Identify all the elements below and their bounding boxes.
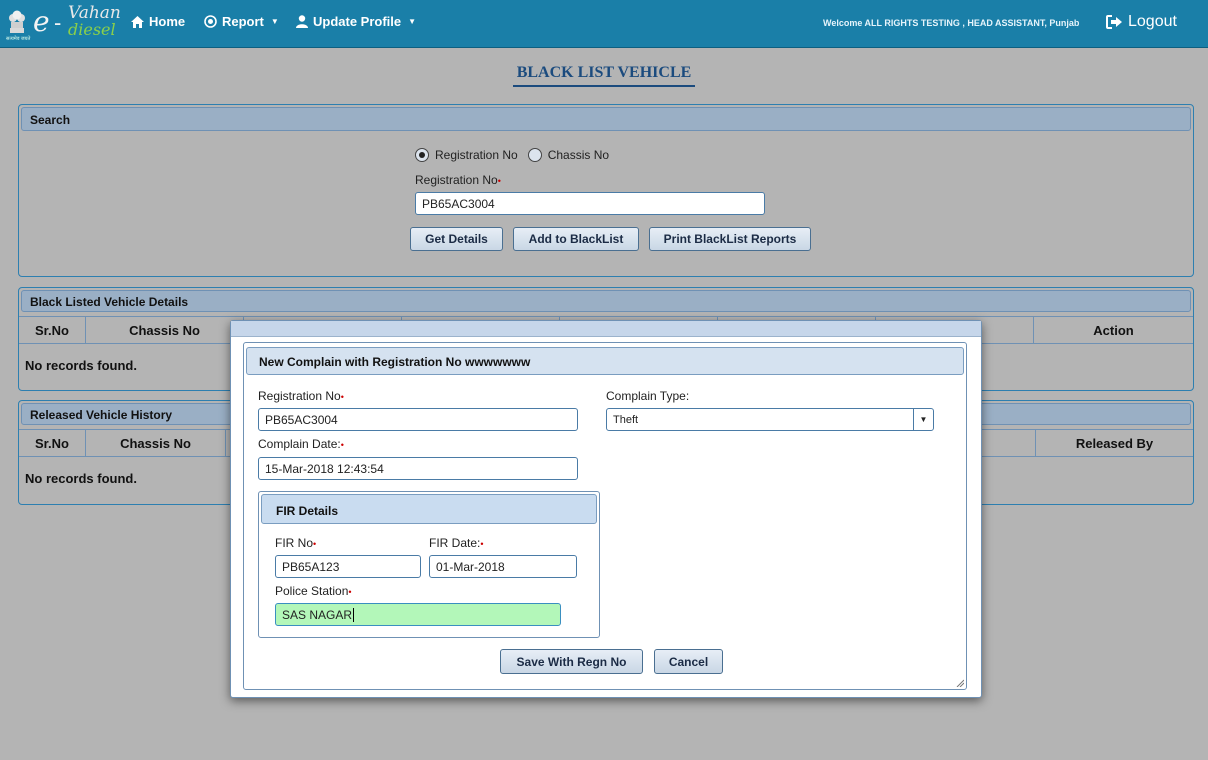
logo-sub: diesel	[68, 20, 116, 39]
column-header[interactable]: Action	[1034, 317, 1193, 343]
empty-message: No records found.	[25, 358, 137, 373]
page-title: BLACK LIST VEHICLE	[4, 64, 1204, 87]
complain-type-label: Complain Type:	[606, 389, 690, 403]
print-blacklist-reports-button[interactable]: Print BlackList Reports	[649, 227, 811, 251]
radio-registration-no[interactable]	[415, 148, 429, 162]
nav-report-label: Report	[222, 14, 264, 29]
fir-date-input[interactable]: 01-Mar-2018	[429, 555, 577, 578]
nav-update-profile[interactable]: Update Profile ▼	[296, 14, 416, 29]
column-header[interactable]: Chassis No	[86, 317, 244, 343]
chevron-down-icon: ▼	[408, 17, 417, 26]
complain-type-select[interactable]: Theft ▼	[606, 408, 934, 431]
search-panel-title: Search	[21, 107, 1191, 131]
top-navbar: सत्यमेव जयते e - Vahan diesel Home Repor…	[0, 0, 1208, 48]
radio-chassis-no-label: Chassis No	[547, 148, 610, 162]
fir-no-label: FIR No•	[275, 536, 317, 550]
chevron-down-icon[interactable]: ▼	[913, 409, 933, 430]
column-header[interactable]: Sr.No	[19, 317, 86, 343]
welcome-text: Welcome ALL RIGHTS TESTING , HEAD ASSIST…	[823, 18, 1080, 28]
police-station-label: Police Station•	[275, 584, 352, 598]
app-logo[interactable]: सत्यमेव जयते e - Vahan diesel	[6, 3, 121, 42]
chevron-down-icon: ▼	[270, 17, 279, 26]
registration-no-input[interactable]: PB65AC3004	[415, 192, 765, 215]
nav-report[interactable]: Report ▼	[204, 14, 279, 29]
logout-label: Logout	[1128, 13, 1177, 30]
emblem-text: सत्यमेव जयते	[6, 36, 31, 42]
police-station-input[interactable]: SAS NAGAR	[275, 603, 561, 626]
complain-date-input[interactable]: 15-Mar-2018 12:43:54	[258, 457, 578, 480]
complain-type-value: Theft	[613, 414, 639, 426]
search-panel: Search Registration No Chassis No Regist…	[18, 104, 1194, 277]
column-header[interactable]: Chassis No	[86, 430, 226, 456]
record-icon	[204, 15, 217, 28]
cancel-button[interactable]: Cancel	[654, 649, 723, 674]
logout-button[interactable]: Logout	[1106, 13, 1177, 31]
nav-home[interactable]: Home	[131, 14, 185, 29]
complain-date-label: Complain Date:•	[258, 437, 344, 451]
column-header[interactable]: Sr.No	[19, 430, 86, 456]
resize-handle-icon[interactable]	[956, 679, 964, 687]
fir-no-input[interactable]: PB65A123	[275, 555, 421, 578]
home-icon	[131, 15, 144, 28]
fir-details-title: FIR Details	[261, 494, 597, 524]
save-with-regn-no-button[interactable]: Save With Regn No	[500, 649, 643, 674]
new-complain-dialog: New Complain with Registration No wwwwww…	[230, 320, 982, 698]
logo-dash: -	[54, 10, 62, 35]
fir-date-label: FIR Date:•	[429, 536, 484, 550]
radio-chassis-no[interactable]	[527, 148, 542, 162]
add-to-blacklist-button[interactable]: Add to BlackList	[513, 227, 639, 251]
dialog-registration-no-label: Registration No•	[258, 389, 344, 403]
logout-icon	[1106, 15, 1122, 29]
user-icon	[296, 15, 308, 28]
nav-home-label: Home	[149, 14, 186, 29]
registration-no-label: Registration No•	[415, 173, 501, 187]
column-header[interactable]: Released By	[1036, 430, 1193, 456]
nav-update-profile-label: Update Profile	[313, 14, 402, 29]
radio-registration-no-label: Registration No	[435, 148, 518, 162]
dialog-header: New Complain with Registration No wwwwww…	[246, 347, 964, 375]
dialog-registration-no-input[interactable]: PB65AC3004	[258, 408, 578, 431]
dialog-titlebar[interactable]	[231, 321, 981, 337]
get-details-button[interactable]: Get Details	[410, 227, 503, 251]
blacklisted-panel-title: Black Listed Vehicle Details	[21, 290, 1191, 312]
empty-message: No records found.	[25, 471, 137, 486]
logo-e: e	[33, 5, 50, 38]
national-emblem-icon	[9, 10, 25, 33]
dialog-body: New Complain with Registration No wwwwww…	[243, 342, 967, 690]
fir-details-section: FIR Details FIR No• PB65A123 FIR Date:• …	[258, 491, 600, 638]
